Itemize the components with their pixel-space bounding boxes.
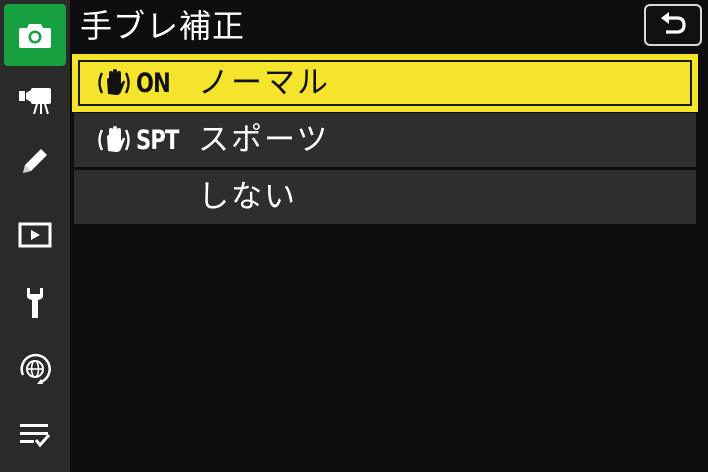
camera-icon [19,24,51,48]
option-off[interactable]: しない [74,170,696,224]
vr-sport-indicator: SPT [96,124,191,156]
vr-hand-icon [98,69,130,95]
option-code: ON [136,67,171,99]
pencil-icon [23,149,47,173]
tab-custom-settings[interactable] [4,130,66,192]
tab-playback[interactable] [4,204,66,266]
option-code: SPT [136,124,179,156]
option-label: スポーツ [198,122,330,158]
return-arrow-icon [661,12,686,34]
option-label: しない [198,179,297,215]
option-list: ON ノーマル SPT スポーツ しない [72,54,698,227]
tab-network[interactable] [4,338,66,400]
tab-my-menu[interactable] [4,404,66,466]
tab-photo-shooting[interactable] [4,4,66,66]
tab-movie-shooting[interactable] [4,70,66,132]
movie-camera-icon [19,88,51,115]
vr-on-indicator: ON [96,67,180,99]
my-menu-list-icon [20,424,51,448]
tab-setup[interactable] [4,272,66,334]
sidebar-menu-tabs [0,0,70,472]
option-sport[interactable]: SPT スポーツ [74,113,696,167]
playback-icon [18,222,52,248]
back-button[interactable] [644,4,702,46]
menu-header: 手ブレ補正 [70,0,708,56]
network-globe-icon [20,353,51,384]
vr-hand-icon [98,126,130,152]
page-title: 手ブレ補正 [80,7,246,45]
option-normal[interactable]: ON ノーマル [72,54,698,112]
option-label: ノーマル [198,65,330,101]
wrench-icon [27,288,43,318]
